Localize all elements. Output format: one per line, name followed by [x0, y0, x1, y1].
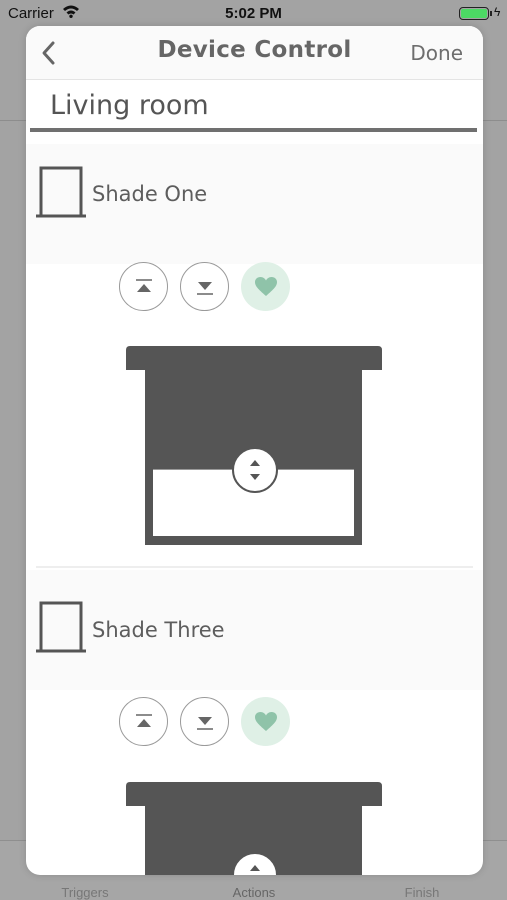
device-control-modal: Device Control Done Living room Shade On…	[26, 26, 483, 875]
device-name: Shade One	[92, 182, 208, 206]
battery-icon	[459, 7, 489, 20]
close-shade-button[interactable]	[180, 262, 229, 311]
device-row-shade-one[interactable]: Shade One	[26, 144, 483, 264]
open-shade-button[interactable]	[119, 697, 168, 746]
done-button[interactable]: Done	[410, 41, 463, 65]
shade-position-handle[interactable]	[231, 446, 279, 494]
device-name: Shade Three	[92, 618, 225, 642]
shade-position-handle[interactable]	[231, 851, 279, 875]
room-name: Living room	[50, 90, 209, 121]
move-down-icon	[196, 281, 213, 295]
close-shade-button[interactable]	[180, 697, 229, 746]
device-separator	[36, 566, 473, 568]
status-bar: Carrier 5:02 PM ϟ	[0, 0, 507, 26]
heart-icon	[254, 711, 277, 731]
status-time: 5:02 PM	[225, 5, 282, 22]
device-row-shade-three[interactable]: Shade Three	[26, 570, 483, 690]
nav-bar: Device Control Done	[26, 26, 483, 80]
window-icon	[36, 601, 86, 653]
move-up-icon	[135, 278, 152, 292]
move-down-icon	[196, 716, 213, 730]
open-shade-button[interactable]	[119, 262, 168, 311]
room-underline	[30, 128, 477, 132]
shade-headrail	[126, 782, 382, 806]
battery-tip	[490, 11, 492, 16]
window-icon	[36, 166, 86, 218]
shade-headrail	[126, 346, 382, 370]
charging-icon: ϟ	[494, 5, 501, 19]
heart-icon	[254, 276, 277, 296]
favorite-button[interactable]	[241, 697, 290, 746]
tab-triggers-label: Triggers	[61, 885, 109, 900]
favorite-button[interactable]	[241, 262, 290, 311]
move-up-icon	[135, 713, 152, 727]
tab-finish-label: Finish	[404, 885, 440, 900]
tab-actions-label: Actions	[232, 885, 276, 900]
